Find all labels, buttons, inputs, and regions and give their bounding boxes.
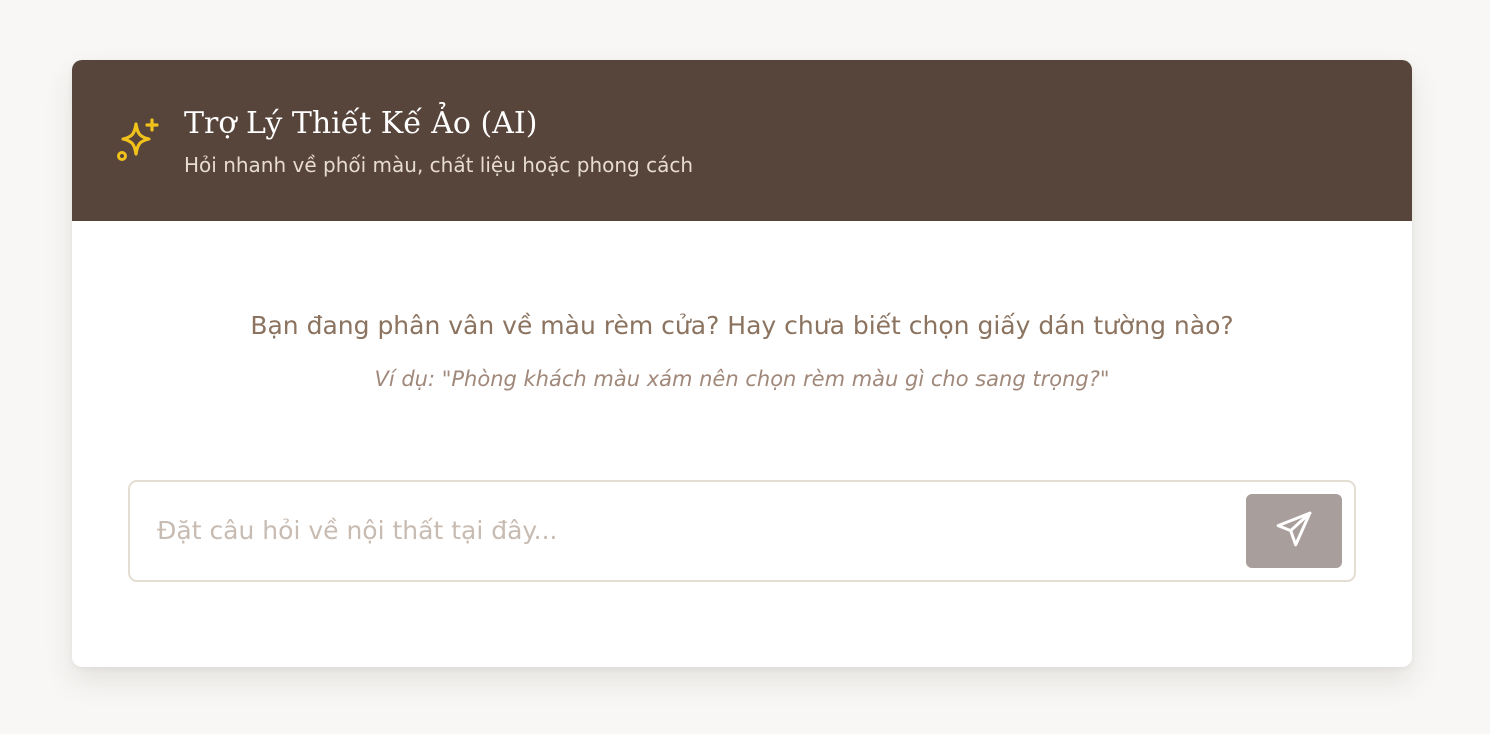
sparkles-icon xyxy=(113,115,163,165)
example-question: Ví dụ: "Phòng khách màu xám nên chọn rèm… xyxy=(374,367,1110,391)
ai-assistant-card: Trợ Lý Thiết Kế Ảo (AI) Hỏi nhanh về phố… xyxy=(72,60,1412,667)
assistant-header: Trợ Lý Thiết Kế Ảo (AI) Hỏi nhanh về phố… xyxy=(72,60,1412,221)
question-input-box xyxy=(128,480,1356,582)
assistant-title: Trợ Lý Thiết Kế Ảo (AI) xyxy=(184,106,538,141)
send-icon xyxy=(1274,509,1314,553)
intro-prompt: Bạn đang phân vân về màu rèm cửa? Hay ch… xyxy=(250,311,1234,340)
question-input[interactable] xyxy=(157,504,1217,556)
assistant-subtitle: Hỏi nhanh về phối màu, chất liệu hoặc ph… xyxy=(184,153,694,177)
send-button[interactable] xyxy=(1246,494,1342,568)
